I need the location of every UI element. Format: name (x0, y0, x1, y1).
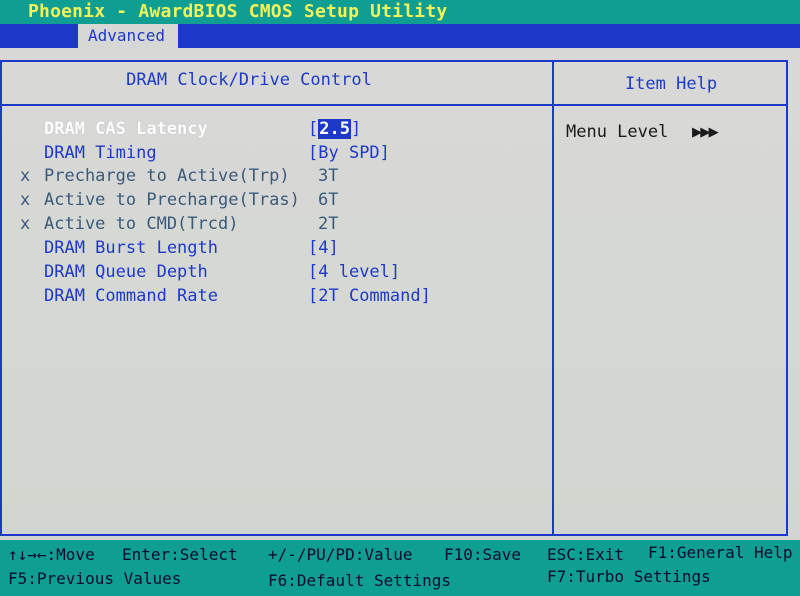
setting-value-text: 4 level (318, 262, 390, 282)
setting-label: Active to Precharge(Tras) (44, 190, 300, 210)
setting-label: DRAM Queue Depth (44, 262, 208, 282)
key-hint-move: ↑↓→←:Move (8, 545, 95, 564)
key-hint-exit: ESC:Exit (547, 545, 625, 564)
app-title: Phoenix - AwardBIOS CMOS Setup Utility (28, 1, 448, 22)
setting-label: DRAM Timing (44, 143, 157, 163)
key-help-footer: ↑↓→←:Move Enter:Select +/-/PU/PD:Value F… (0, 540, 800, 596)
bracket-open: [ (308, 286, 319, 306)
setting-value-text: 6T (318, 190, 339, 210)
bracket-close: ] (379, 143, 390, 163)
setting-value-text: 2T Command (318, 286, 421, 306)
setting-value[interactable]: [2T Command] (308, 284, 431, 308)
setting-value-text: 4 (318, 238, 329, 258)
key-hint-value: +/-/PU/PD:Value (268, 545, 413, 564)
disabled-marker: x (20, 166, 31, 186)
tab-advanced[interactable]: Advanced (78, 24, 178, 48)
page-title: DRAM Clock/Drive Control (126, 70, 372, 90)
setting-value[interactable]: [4 level] (308, 260, 400, 284)
setting-value-text: 2T (318, 214, 339, 234)
bracket-close: ] (328, 238, 339, 258)
bracket-open: [ (308, 143, 319, 163)
bracket-close: ] (420, 286, 431, 306)
menu-bar: Advanced (0, 24, 800, 48)
panel-divider-horizontal (0, 104, 788, 106)
key-hint-enter: Enter:Select (122, 545, 238, 564)
key-hint-previous-values: F5:Previous Values (8, 569, 182, 588)
bracket-close: ] (350, 119, 362, 139)
bracket-close: ] (389, 262, 401, 282)
key-hint-default-settings: F6:Default Settings (268, 571, 452, 590)
setting-row-active-to-cmd: x Active to CMD(Trcd) 2T (0, 212, 550, 236)
setting-row-dram-burst-length[interactable]: DRAM Burst Length [4] (0, 236, 550, 260)
key-hint-save: F10:Save (444, 545, 522, 564)
setting-value-text: 2.5 (318, 119, 351, 139)
disabled-marker: x (20, 190, 31, 210)
key-hint-general-help: F1:General Help (648, 543, 793, 562)
setting-value[interactable]: [2.5] (308, 117, 361, 141)
item-help-title: Item Help (624, 74, 718, 94)
bracket-open: [ (308, 238, 319, 258)
setting-row-active-to-precharge: x Active to Precharge(Tras) 6T (0, 188, 550, 212)
menu-level-arrows-icon: ▶▶▶ (692, 122, 719, 142)
setting-label: Active to CMD(Trcd) (44, 214, 239, 234)
bracket-open: [ (308, 262, 319, 282)
setting-value[interactable]: [4] (308, 236, 339, 260)
setting-label: Precharge to Active(Trp) (44, 166, 290, 186)
setting-row-dram-command-rate[interactable]: DRAM Command Rate [2T Command] (0, 284, 550, 308)
setting-row-dram-queue-depth[interactable]: DRAM Queue Depth [4 level] (0, 260, 550, 284)
setting-label: DRAM Burst Length (44, 238, 218, 258)
panel-divider-vertical (552, 60, 554, 536)
key-hint-turbo-settings: F7:Turbo Settings (547, 567, 711, 586)
setting-label: DRAM CAS Latency (44, 119, 208, 139)
disabled-marker: x (20, 214, 31, 234)
setting-row-dram-timing[interactable]: DRAM Timing [By SPD] (0, 141, 550, 165)
setting-label: DRAM Command Rate (44, 286, 218, 306)
setting-value-text: By SPD (318, 143, 380, 163)
bios-screen: Phoenix - AwardBIOS CMOS Setup Utility A… (0, 0, 800, 596)
setting-value-text: 3T (318, 166, 339, 186)
menu-level-label: Menu Level (566, 122, 669, 142)
title-bar: Phoenix - AwardBIOS CMOS Setup Utility (0, 0, 800, 24)
setting-row-dram-cas-latency[interactable]: DRAM CAS Latency [2.5] (0, 117, 550, 141)
bracket-open: [ (308, 119, 319, 139)
setting-row-precharge-to-active: x Precharge to Active(Trp) 3T (0, 164, 550, 188)
setting-value[interactable]: [By SPD] (308, 141, 390, 165)
